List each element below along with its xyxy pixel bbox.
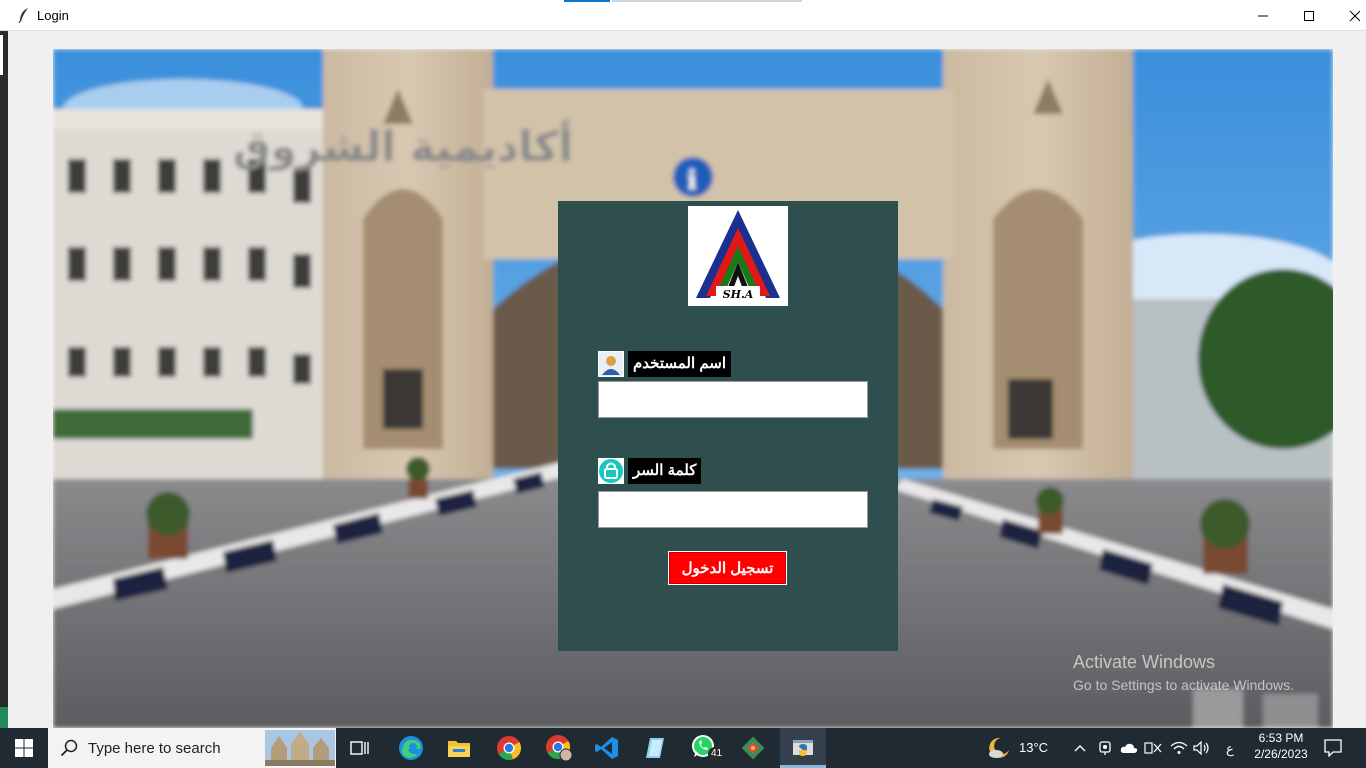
chevron-up-icon [1074,745,1086,752]
edge-highlight [0,35,3,75]
logo-icon: SH.A [696,210,780,301]
title-accent [612,0,802,2]
logo-text: SH.A [723,288,754,301]
close-icon [1349,10,1361,21]
python-button[interactable] [780,728,826,768]
title-bar: Login [0,0,1366,31]
watermark-title: Activate Windows [1073,652,1216,672]
title-accent [564,0,610,2]
lock-icon [598,458,624,484]
tray-meet-button[interactable] [1096,728,1114,768]
taskbar-search[interactable]: Type here to search [48,728,336,768]
file-explorer-icon [448,741,470,757]
login-button[interactable]: تسجيل الدخول [668,551,787,585]
webcam-icon [1099,741,1111,755]
minimize-button[interactable] [1240,0,1286,31]
python-icon [793,740,813,756]
search-icon [60,739,78,757]
git-icon [741,736,765,760]
weather-temp: 13°C [1019,740,1049,755]
notepad-button[interactable] [634,728,676,768]
notepad-icon [646,738,664,758]
taskbar: Type here to search 41 13°C ع 6:53 PM 2/… [0,728,1366,768]
username-input[interactable] [598,381,868,418]
academy-logo: SH.A [688,206,788,306]
clock[interactable]: 6:53 PM 2/26/2023 [1246,728,1316,768]
edge-icon [399,736,423,760]
watermark-subtitle: Go to Settings to activate Windows. [1073,677,1294,693]
edge-highlight [0,707,8,728]
cathedral-icon [265,730,335,766]
svg-text:i: i [687,166,697,196]
maximize-icon [1304,10,1314,21]
activation-watermark: Activate Windows Go to Settings to activ… [1073,652,1294,693]
moon-cloud-icon [989,737,1009,758]
password-input[interactable] [598,491,868,528]
edge-button[interactable] [390,728,432,768]
left-edge [0,31,8,728]
feather-icon [18,8,28,23]
notification-icon [1324,739,1342,757]
username-label: اسم المستخدم [628,351,732,377]
tray-network-button[interactable] [1143,728,1163,768]
window-title: Login [37,8,69,23]
chrome-icon [497,736,521,760]
search-placeholder: Type here to search [88,740,221,757]
chrome-button[interactable] [488,728,530,768]
volume-button[interactable] [1191,728,1213,768]
onedrive-button[interactable] [1118,728,1140,768]
chrome-profile-icon [546,735,573,762]
cloud-icon [1120,743,1138,753]
login-panel: SH.A اسم المستخدم كلمة السر تسجيل الدخول [558,201,898,651]
whatsapp-button[interactable]: 41 [684,728,726,768]
git-button[interactable] [732,728,774,768]
close-button[interactable] [1332,0,1366,31]
task-view-icon [350,741,369,755]
vscode-icon [595,737,618,759]
action-center-button[interactable] [1320,728,1346,768]
wifi-button[interactable] [1168,728,1190,768]
speaker-icon [1193,741,1209,755]
minimize-icon [1258,15,1268,16]
start-button[interactable] [0,728,48,768]
vscode-button[interactable] [586,728,628,768]
network-status-icon [1144,742,1162,754]
task-view-button[interactable] [340,728,380,768]
weather-button[interactable] [984,728,1014,768]
wifi-icon [1170,741,1188,754]
file-explorer-button[interactable] [438,728,480,768]
whatsapp-badge: 41 [708,747,726,761]
show-hidden-icons-button[interactable] [1070,728,1090,768]
user-icon [598,351,624,377]
chrome-profile-button[interactable] [538,728,580,768]
clock-date: 2/26/2023 [1254,747,1308,761]
password-label: كلمة السر [628,458,702,484]
clock-time: 6:53 PM [1258,731,1304,745]
app-window: Login أكاديمية الشروق i SH.A اسم المستخد… [0,0,1366,728]
sign-text: أكاديمية الشروق [233,119,573,172]
windows-icon [15,739,33,757]
maximize-button[interactable] [1286,0,1332,31]
input-language[interactable]: ع [1226,741,1234,757]
